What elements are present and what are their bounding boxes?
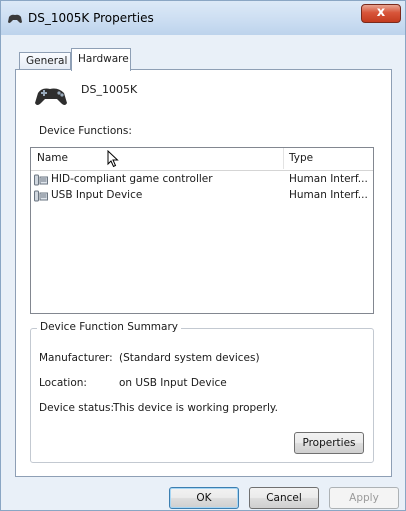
hid-device-icon bbox=[34, 190, 48, 202]
function-type: Human Interf... bbox=[289, 173, 368, 185]
hardware-tab-panel: DS_1005K Device Functions: Name Type HID… bbox=[15, 69, 392, 477]
window-title: DS_1005K Properties bbox=[28, 11, 154, 25]
ok-button[interactable]: OK bbox=[169, 487, 239, 509]
hid-device-icon bbox=[34, 174, 48, 186]
column-separator[interactable] bbox=[283, 148, 284, 169]
device-status-value: This device is working properly. bbox=[113, 402, 278, 414]
summary-title: Device Function Summary bbox=[37, 321, 181, 333]
function-name: HID-compliant game controller bbox=[51, 173, 213, 185]
properties-dialog: DS_1005K Properties x General Hardware D… bbox=[0, 0, 406, 511]
close-button[interactable]: x bbox=[361, 4, 401, 23]
device-functions-list[interactable]: Name Type HID-compliant game controller … bbox=[30, 147, 374, 314]
mouse-cursor-icon bbox=[107, 150, 119, 168]
tab-hardware[interactable]: Hardware bbox=[71, 48, 131, 71]
apply-button[interactable]: Apply bbox=[329, 487, 399, 509]
list-header: Name Type bbox=[31, 148, 373, 171]
title-bar[interactable]: DS_1005K Properties x bbox=[1, 1, 405, 35]
device-name: DS_1005K bbox=[81, 83, 138, 96]
manufacturer-value: (Standard system devices) bbox=[119, 352, 260, 364]
column-header-name[interactable]: Name bbox=[37, 152, 68, 164]
location-value: on USB Input Device bbox=[119, 377, 227, 389]
manufacturer-label: Manufacturer: bbox=[39, 352, 113, 364]
gamepad-icon bbox=[35, 88, 67, 105]
list-item[interactable]: HID-compliant game controller Human Inte… bbox=[31, 172, 373, 188]
device-function-summary: Device Function Summary Manufacturer: (S… bbox=[30, 321, 374, 463]
function-type: Human Interf... bbox=[289, 189, 368, 201]
gamepad-icon bbox=[8, 14, 22, 23]
column-header-type[interactable]: Type bbox=[289, 152, 313, 164]
cancel-button[interactable]: Cancel bbox=[249, 487, 319, 509]
device-functions-label: Device Functions: bbox=[39, 125, 132, 137]
function-name: USB Input Device bbox=[51, 189, 143, 201]
tab-general[interactable]: General bbox=[19, 52, 71, 70]
location-label: Location: bbox=[39, 377, 87, 389]
list-item[interactable]: USB Input Device Human Interf... bbox=[31, 188, 373, 204]
tab-strip: General Hardware bbox=[15, 46, 395, 71]
device-status-label: Device status: bbox=[39, 402, 115, 414]
properties-button[interactable]: Properties bbox=[294, 432, 364, 454]
